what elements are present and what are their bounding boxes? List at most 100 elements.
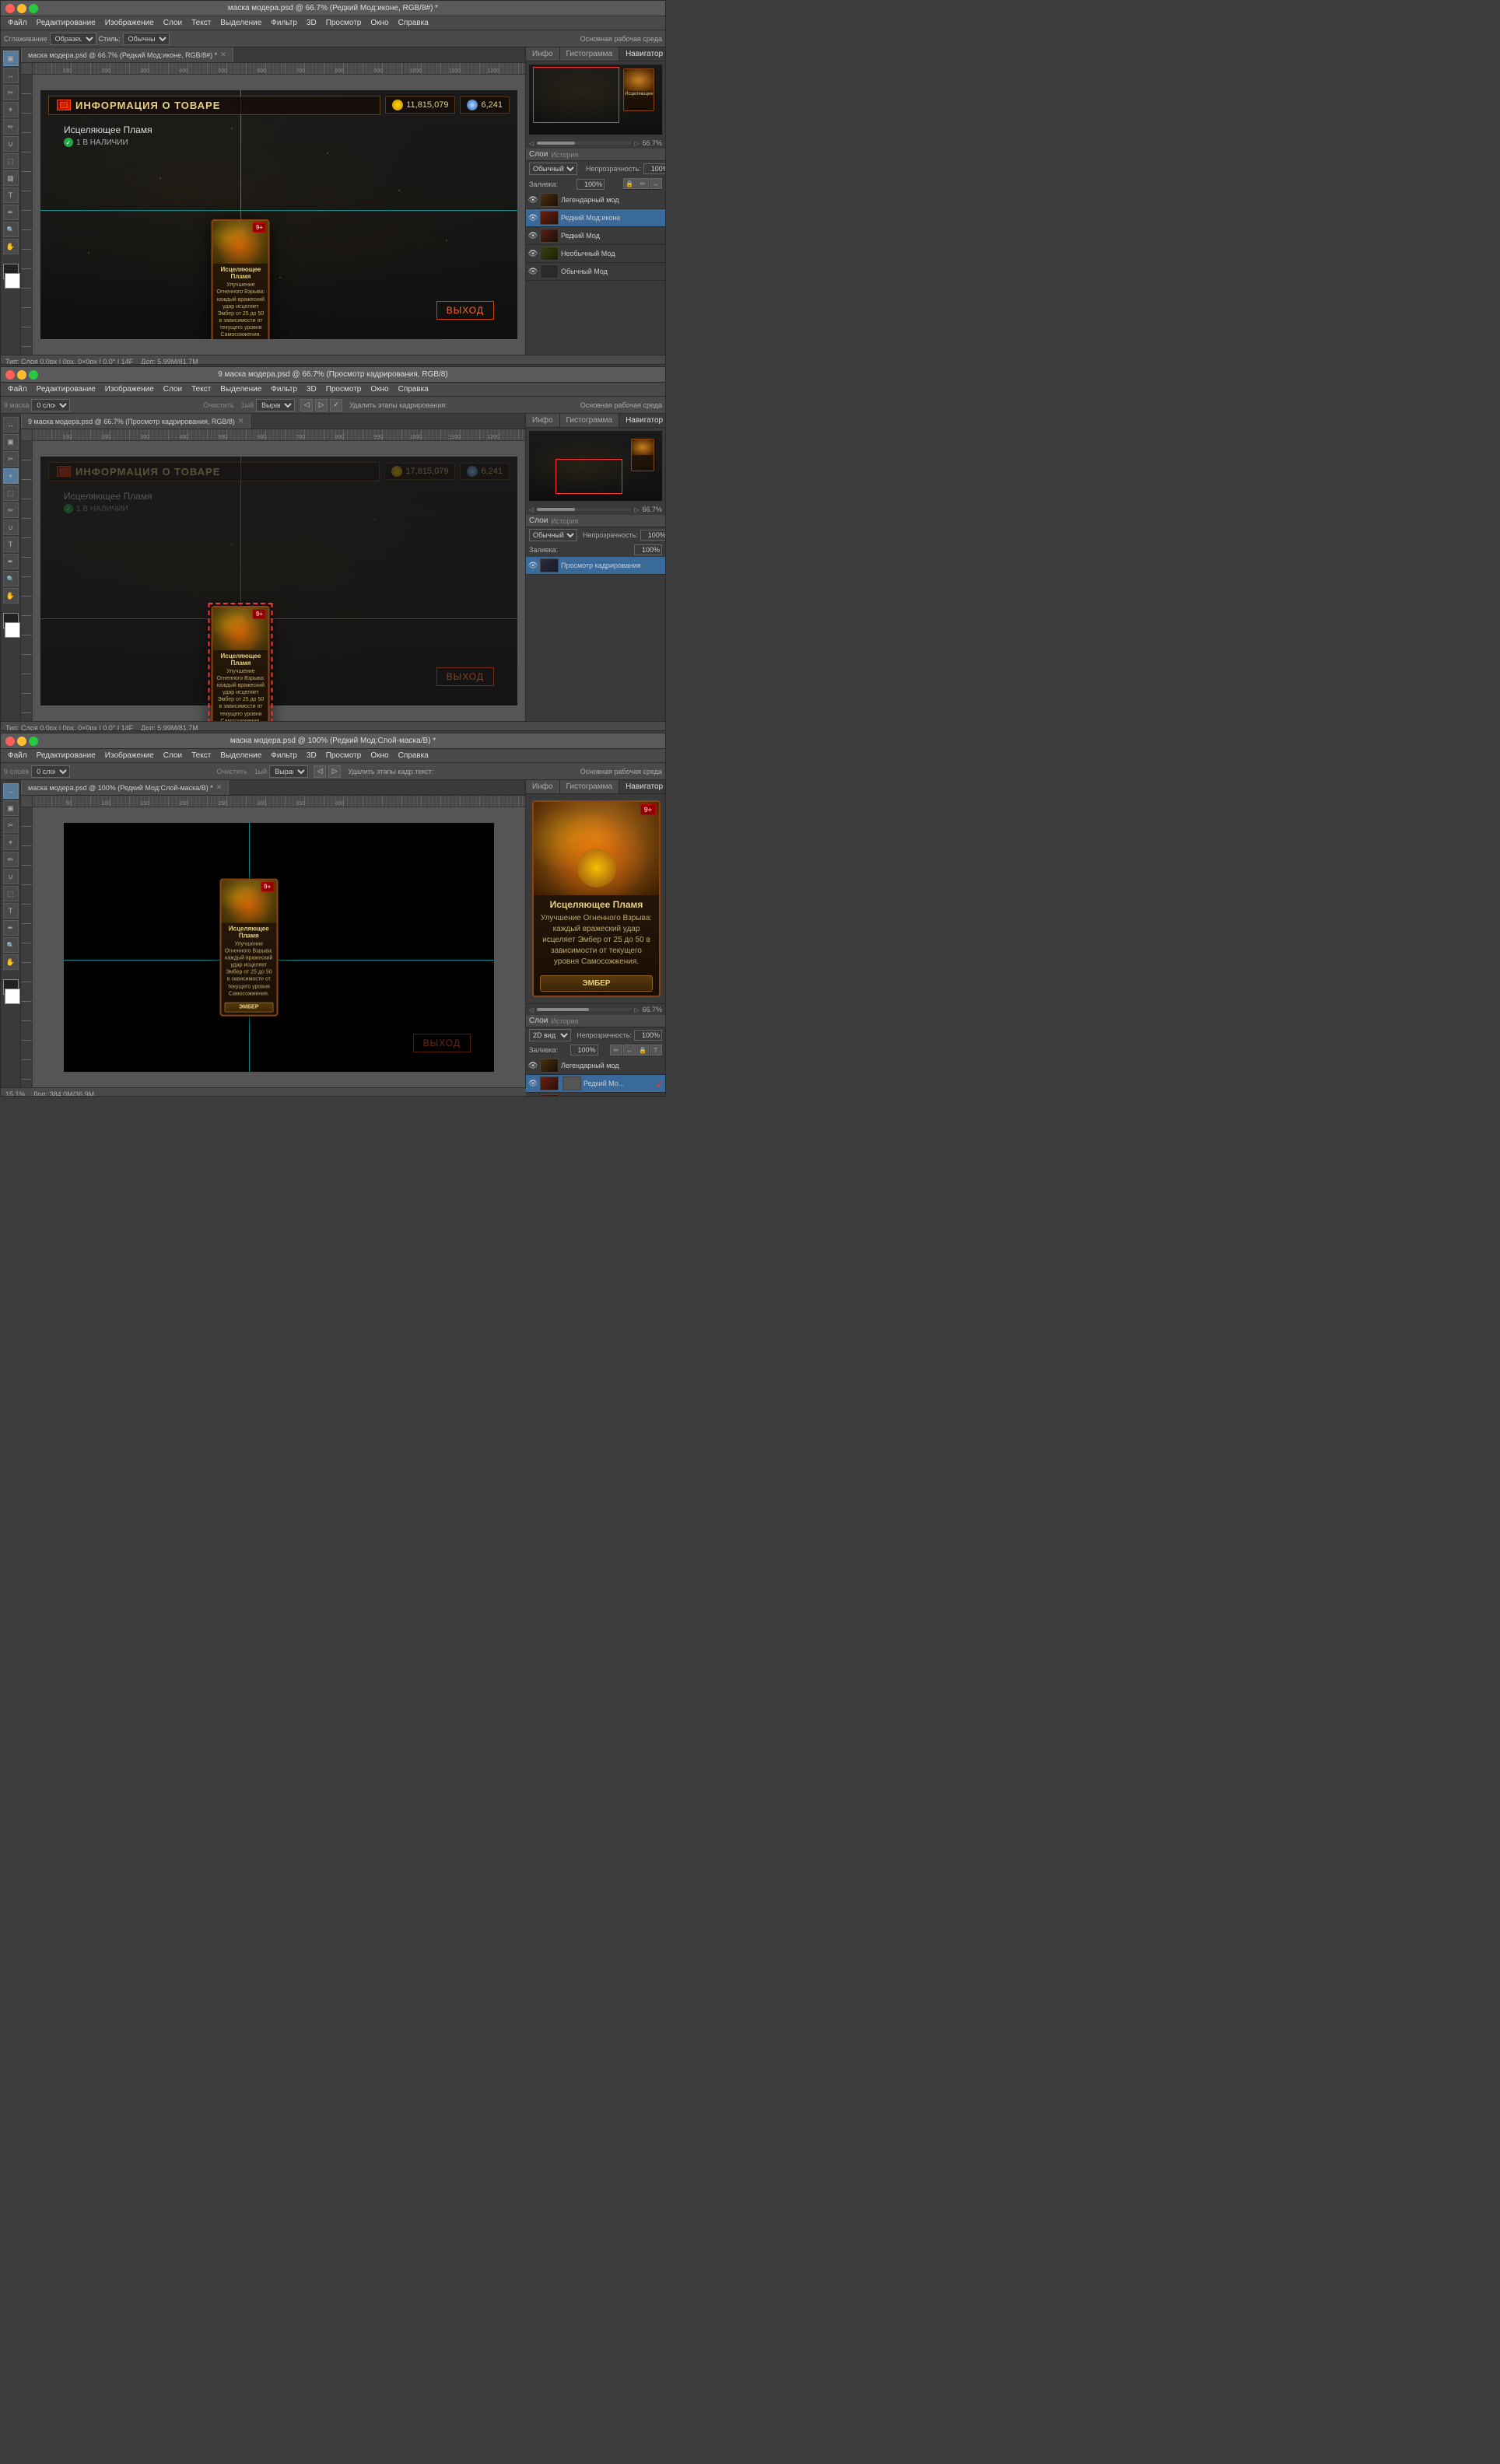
menu-edit-3[interactable]: Редактирование: [33, 751, 100, 761]
tool-move-1[interactable]: ↔: [3, 68, 19, 83]
menu-text-2[interactable]: Текст: [188, 384, 215, 394]
tool-lasso-2[interactable]: ✂: [3, 451, 19, 467]
tool-type-3[interactable]: T: [3, 903, 19, 919]
doc-tab-2[interactable]: 9 маска модера.psd @ 66.7% (Просмотр кад…: [21, 414, 251, 429]
tab-histogram-2[interactable]: Гистограмма: [560, 414, 620, 427]
fill-input-2[interactable]: [634, 544, 662, 555]
tool-brush-1[interactable]: ✏: [3, 119, 19, 135]
menu-window-2[interactable]: Окно: [366, 384, 392, 394]
card-buy-btn-3[interactable]: ЭМБЕР: [224, 1002, 273, 1012]
tool-zoom-2[interactable]: 🔍: [3, 571, 19, 586]
layer-item-legendary-1[interactable]: 👁 Легендарный мод: [526, 191, 665, 209]
history-tab-1[interactable]: История: [551, 151, 578, 159]
tool-eraser-3[interactable]: ⬚: [3, 886, 19, 901]
menu-text-1[interactable]: Текст: [188, 18, 215, 28]
opt-confirm-2[interactable]: ✓: [330, 399, 342, 411]
tool-pen-2[interactable]: ✒: [3, 554, 19, 569]
minimize-btn-3[interactable]: [17, 737, 26, 746]
tool-stamp-2[interactable]: ∪: [3, 520, 19, 535]
opt-clear-3[interactable]: Очистить: [217, 768, 247, 775]
blend-mode-select-1[interactable]: Обычный: [529, 163, 577, 175]
tool-brush-3[interactable]: ✏: [3, 852, 19, 867]
menu-select-2[interactable]: Выделение: [216, 384, 265, 394]
menu-select-1[interactable]: Выделение: [216, 18, 265, 28]
tab-histogram-3[interactable]: Гистограмма: [560, 780, 620, 793]
tool-stamp-3[interactable]: ∪: [3, 869, 19, 884]
opt-next-2[interactable]: ▷: [315, 399, 328, 411]
tool-lasso-3[interactable]: ✂: [3, 817, 19, 833]
layer-eye-3[interactable]: 👁: [528, 231, 538, 240]
tab-navigator-3[interactable]: Навигатор: [619, 780, 666, 793]
menu-filter-1[interactable]: Фильтр: [267, 18, 301, 28]
tab-info-2[interactable]: Инфо: [526, 414, 560, 427]
menu-file-1[interactable]: Файл: [4, 18, 31, 28]
menu-image-2[interactable]: Изображение: [101, 384, 158, 394]
layer-item-uncommon-1[interactable]: 👁 Необычный Мод: [526, 245, 665, 263]
lock-all-3[interactable]: 🔒: [636, 1045, 649, 1055]
menu-view-1[interactable]: Просмотр: [322, 18, 366, 28]
maximize-btn-1[interactable]: [29, 4, 38, 13]
layer-eye-8[interactable]: 👁: [528, 1079, 538, 1088]
opt-next-3[interactable]: ▷: [328, 765, 341, 778]
menu-3d-1[interactable]: 3D: [303, 18, 321, 28]
menu-help-1[interactable]: Справка: [394, 18, 433, 28]
layer-item-rare-mask-3[interactable]: 👁 Редкий Мо... ↙: [526, 1075, 665, 1093]
doc-tab-close-2[interactable]: ✕: [238, 417, 244, 425]
menu-view-2[interactable]: Просмотр: [322, 384, 366, 394]
menu-edit-2[interactable]: Редактирование: [33, 384, 100, 394]
opt-prev-2[interactable]: ◁: [300, 399, 313, 411]
tool-crop-1[interactable]: ⌖: [3, 102, 19, 117]
opt-interp-select-2[interactable]: Выравнивание: [256, 399, 295, 411]
menu-text-3[interactable]: Текст: [188, 751, 215, 761]
maximize-btn-2[interactable]: [29, 370, 38, 380]
opt-delete-layers-3[interactable]: Удалить этапы кадр.текст:: [348, 768, 433, 775]
tool-pen-1[interactable]: ✒: [3, 205, 19, 220]
tab-info-1[interactable]: Инфо: [526, 47, 560, 61]
tab-navigator-1[interactable]: Навигатор: [619, 47, 666, 61]
lock-pos-3[interactable]: ↔: [623, 1045, 636, 1055]
opt-prev-3[interactable]: ◁: [314, 765, 326, 778]
close-btn-1[interactable]: [5, 4, 15, 13]
tool-pen-3[interactable]: ✒: [3, 920, 19, 936]
layer-eye-7[interactable]: 👁: [528, 1061, 538, 1070]
tool-crop-3[interactable]: ⌖: [3, 835, 19, 850]
bg-color-2[interactable]: [5, 622, 20, 638]
menu-layers-2[interactable]: Слои: [159, 384, 186, 394]
opt-style-select-1[interactable]: Обычный: [123, 33, 170, 45]
opacity-input-2[interactable]: [640, 530, 666, 541]
menu-filter-3[interactable]: Фильтр: [267, 751, 301, 761]
layer-eye-1[interactable]: 👁: [528, 195, 538, 205]
opt-interp-select-3[interactable]: Выравнивание: [269, 765, 308, 778]
lock-pos-1[interactable]: ↔: [650, 178, 662, 189]
tool-zoom-1[interactable]: 🔍: [3, 222, 19, 237]
tool-gradient-1[interactable]: ▦: [3, 170, 19, 186]
close-btn-3[interactable]: [5, 737, 15, 746]
layers-tab-3[interactable]: Слои: [529, 1017, 548, 1025]
menu-layers-3[interactable]: Слои: [159, 751, 186, 761]
history-tab-2[interactable]: История: [551, 517, 578, 525]
lock-px-3[interactable]: ✏: [610, 1045, 622, 1055]
bg-color-3[interactable]: [5, 989, 20, 1004]
layer-eye-2[interactable]: 👁: [528, 213, 538, 222]
tool-hand-2[interactable]: ✋: [3, 588, 19, 604]
tool-brush-2[interactable]: ✏: [3, 502, 19, 518]
menu-help-3[interactable]: Справка: [394, 751, 433, 761]
menu-layers-1[interactable]: Слои: [159, 18, 186, 28]
layer-item-crop-preview-2[interactable]: 👁 Просмотр кадрирования: [526, 557, 665, 575]
layer-item-legendary-3[interactable]: 👁 Легендарный мод: [526, 1057, 665, 1075]
menu-file-2[interactable]: Файл: [4, 384, 31, 394]
nav-frame-2[interactable]: [555, 459, 622, 494]
minimize-btn-1[interactable]: [17, 4, 26, 13]
add-layer-3[interactable]: T: [650, 1045, 662, 1055]
window-controls-3[interactable]: [5, 737, 38, 746]
tool-move-3[interactable]: ↔: [3, 783, 19, 799]
big-card-btn-3[interactable]: ЭМБЕР: [540, 975, 653, 992]
maximize-btn-3[interactable]: [29, 737, 38, 746]
menu-view-3[interactable]: Просмотр: [322, 751, 366, 761]
opt-mode-select-3[interactable]: 0 слоёв: [31, 765, 70, 778]
tool-select-3[interactable]: ▣: [3, 800, 19, 816]
layers-tab-1[interactable]: Слои: [529, 150, 548, 159]
tool-eye-2[interactable]: ⬚: [3, 485, 19, 501]
lock-px-1[interactable]: ✏: [636, 178, 649, 189]
lock-all-1[interactable]: 🔒: [623, 178, 636, 189]
